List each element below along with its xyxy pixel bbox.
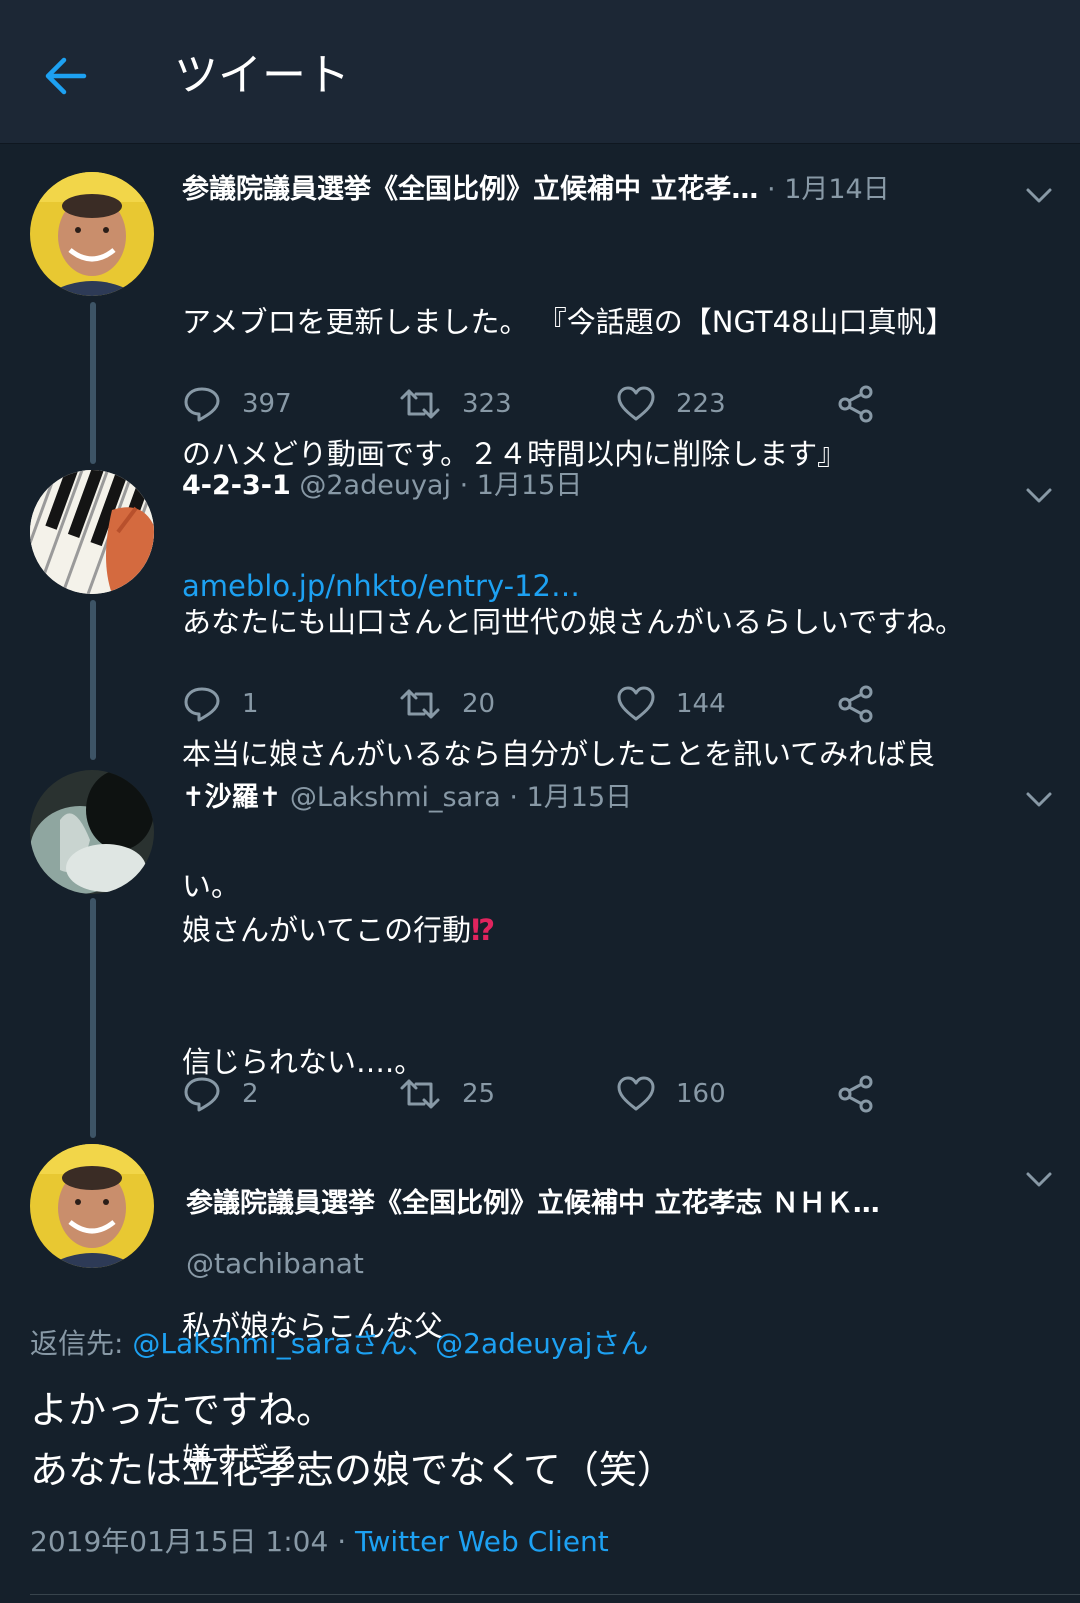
- reply-count: 2: [242, 1079, 259, 1109]
- share-button[interactable]: [836, 1072, 896, 1116]
- tweet-date[interactable]: 1月15日: [477, 470, 583, 501]
- tweet-text-line: アメブロを更新しました。 『今話題の【NGT48山口真帆】: [182, 305, 955, 339]
- tweet-meta: 2019年01月15日 1:04 · Twitter Web Client: [30, 1522, 609, 1562]
- chevron-down-icon[interactable]: [1022, 782, 1056, 816]
- retweet-icon: [400, 389, 440, 419]
- page-title: ツイート: [174, 50, 350, 101]
- replying-to: 返信先: @Lakshmi_saraさん、@2adeuyajさん: [30, 1324, 648, 1364]
- like-count: 144: [676, 689, 726, 719]
- retweet-count: 20: [462, 689, 496, 719]
- avatar[interactable]: [30, 1144, 154, 1268]
- tweet-actions: 1 20 144: [182, 682, 902, 726]
- chevron-down-icon[interactable]: [1022, 178, 1056, 212]
- tweet-text-line: あなたにも山口さんと同世代の娘さんがいるらしいですね。: [182, 605, 965, 639]
- author-name[interactable]: 4-2-3-1: [182, 470, 291, 501]
- separator-dot: ·: [767, 174, 776, 205]
- heart-icon: [617, 386, 655, 421]
- heart-icon: [617, 1076, 655, 1111]
- like-button[interactable]: 223: [616, 382, 726, 426]
- tweet-text-line: 娘さんがいてこの行動⁉: [182, 913, 496, 947]
- share-icon: [838, 685, 873, 723]
- tweet-date[interactable]: 1月15日: [527, 782, 633, 813]
- reply-separator: 、: [407, 1327, 436, 1360]
- avatar[interactable]: [30, 172, 154, 296]
- reply-mention[interactable]: @Lakshmi_saraさん: [132, 1327, 407, 1360]
- like-button[interactable]: 144: [616, 682, 726, 726]
- like-count: 223: [676, 389, 726, 419]
- divider: [30, 1594, 1080, 1595]
- retweet-button[interactable]: 20: [398, 682, 495, 726]
- main-tweet-text: よかったですね。 あなたは立花孝志の娘でなくて（笑）: [30, 1380, 675, 1500]
- tweet-text-line: 本当に娘さんがいるなら自分がしたことを訊いてみれば良: [182, 737, 936, 771]
- tweet-actions: 2 25 160: [182, 1072, 902, 1116]
- author-handle[interactable]: @Lakshmi_sara: [290, 782, 501, 813]
- retweet-button[interactable]: 323: [398, 382, 512, 426]
- tweet-actions: 397 323 223: [182, 382, 902, 426]
- tweet-header: 4-2-3-1 @2adeuyaj · 1月15日: [182, 466, 1002, 506]
- reply-icon: [184, 687, 220, 722]
- retweet-button[interactable]: 25: [398, 1072, 495, 1116]
- retweet-count: 323: [462, 389, 512, 419]
- reply-button[interactable]: 2: [182, 1072, 259, 1116]
- separator-dot: ·: [509, 782, 518, 813]
- tweet-text-line: あなたは立花孝志の娘でなくて（笑）: [30, 1448, 675, 1492]
- separator-dot: ·: [337, 1525, 347, 1558]
- share-button[interactable]: [836, 382, 896, 426]
- like-button[interactable]: 160: [616, 1072, 726, 1116]
- share-icon: [838, 385, 873, 423]
- share-button[interactable]: [836, 682, 896, 726]
- separator-dot: ·: [459, 470, 469, 501]
- like-count: 160: [676, 1079, 726, 1109]
- author-handle[interactable]: @tachibanat: [186, 1244, 364, 1284]
- client-link[interactable]: Twitter Web Client: [355, 1525, 609, 1558]
- back-button[interactable]: [40, 50, 92, 102]
- tweet-timestamp: 2019年01月15日 1:04: [30, 1525, 329, 1558]
- reply-count: 1: [242, 689, 259, 719]
- reply-button[interactable]: 1: [182, 682, 259, 726]
- tweet-text-line: よかったですね。: [30, 1388, 335, 1432]
- reply-count: 397: [242, 389, 292, 419]
- retweet-icon: [400, 689, 440, 719]
- share-icon: [838, 1075, 873, 1113]
- arrow-left-icon: [45, 57, 87, 95]
- exclamation-question-emoji: ⁉: [471, 913, 496, 947]
- reply-icon: [184, 1077, 220, 1112]
- replying-prefix: 返信先:: [30, 1327, 124, 1360]
- retweet-icon: [400, 1079, 440, 1109]
- author-handle[interactable]: @2adeuyaj: [299, 470, 451, 501]
- top-bar: ツイート: [0, 0, 1080, 144]
- thread-connector: [90, 600, 96, 760]
- avatar[interactable]: [30, 770, 154, 894]
- tweet-header: ✝沙羅✝ @Lakshmi_sara · 1月15日: [182, 778, 1002, 818]
- tweet-header: 参議院議員選挙《全国比例》立候補中 立花孝… · 1月14日: [182, 170, 1002, 210]
- chevron-down-icon[interactable]: [1022, 1162, 1056, 1196]
- thread-connector: [90, 898, 96, 1138]
- author-name[interactable]: 参議院議員選挙《全国比例》立候補中 立花孝志 ＮＨＫ…: [186, 1184, 1006, 1224]
- reply-button[interactable]: 397: [182, 382, 292, 426]
- tweet-date[interactable]: 1月14日: [784, 174, 890, 205]
- author-name[interactable]: ✝沙羅✝: [182, 782, 281, 813]
- chevron-down-icon[interactable]: [1022, 478, 1056, 512]
- reply-mention[interactable]: @2adeuyajさん: [435, 1327, 648, 1360]
- avatar[interactable]: [30, 470, 154, 594]
- reply-icon: [184, 387, 220, 422]
- heart-icon: [617, 686, 655, 721]
- thread-connector: [90, 302, 96, 464]
- author-name[interactable]: 参議院議員選挙《全国比例》立候補中 立花孝…: [182, 174, 758, 205]
- retweet-count: 25: [462, 1079, 496, 1109]
